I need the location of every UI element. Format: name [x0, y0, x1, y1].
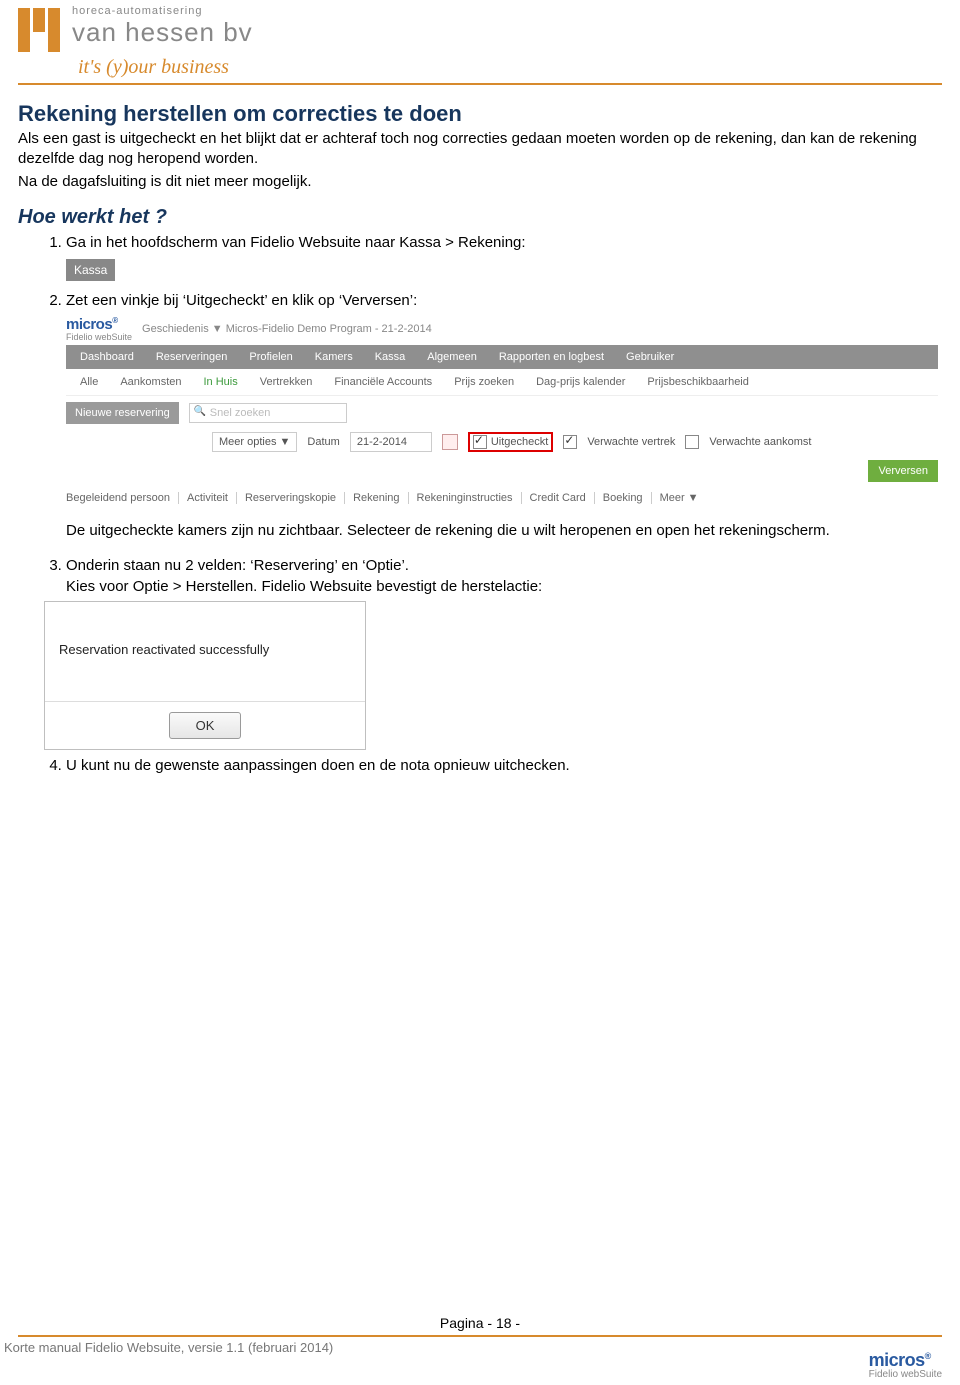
subnav-vertrekken[interactable]: Vertrekken [260, 376, 313, 388]
bottom-links: Begeleidend persoon Activiteit Reserveri… [66, 488, 938, 506]
step-3: Onderin staan nu 2 velden: ‘Reservering’… [66, 556, 942, 597]
calendar-icon[interactable] [442, 434, 458, 450]
nav-algemeen[interactable]: Algemeen [427, 351, 477, 363]
highlighted-checkbox: Uitgecheckt [468, 432, 553, 452]
nav-rapporten[interactable]: Rapporten en logbest [499, 351, 604, 363]
step-4: U kunt nu de gewenste aanpassingen doen … [66, 756, 942, 776]
subnav-fin-accounts[interactable]: Financiële Accounts [334, 376, 432, 388]
step-3-text-a: Onderin staan nu 2 velden: ‘Reservering’… [66, 557, 409, 574]
verwachte-vertrek-checkbox[interactable] [563, 435, 577, 449]
link-meer[interactable]: Meer ▼ [660, 492, 707, 504]
link-creditcard[interactable]: Credit Card [530, 492, 595, 504]
micros-logo: micros® Fidelio webSuite [66, 317, 132, 341]
kassa-tab-chip: Kassa [66, 259, 115, 281]
link-boeking[interactable]: Boeking [603, 492, 652, 504]
step-2-text: Zet een vinkje bij ‘Uitgecheckt’ en klik… [66, 292, 417, 309]
how-title: Hoe werkt het ? [18, 206, 942, 229]
nav-dashboard[interactable]: Dashboard [80, 351, 134, 363]
subnav-prijsbeschik[interactable]: Prijsbeschikbaarheid [647, 376, 749, 388]
logo-mark-icon [18, 6, 60, 52]
subnav-aankomsten[interactable]: Aankomsten [120, 376, 181, 388]
intro-paragraph: Als een gast is uitgecheckt en het blijk… [18, 129, 942, 170]
subnav-in-huis[interactable]: In Huis [204, 376, 238, 388]
subnav-alle[interactable]: Alle [80, 376, 98, 388]
more-options-dropdown[interactable]: Meer opties ▼ [212, 432, 297, 452]
step-4-text: U kunt nu de gewenste aanpassingen doen … [66, 757, 570, 774]
step-1: Ga in het hoofdscherm van Fidelio Websui… [66, 233, 942, 253]
nav-kamers[interactable]: Kamers [315, 351, 353, 363]
link-rekening[interactable]: Rekening [353, 492, 408, 504]
new-reservation-button[interactable]: Nieuwe reservering [66, 402, 179, 424]
subnav-prijs-zoeken[interactable]: Prijs zoeken [454, 376, 514, 388]
link-rekinstr[interactable]: Rekeninginstructies [417, 492, 522, 504]
dialog-message: Reservation reactivated successfully [45, 602, 365, 701]
link-reskopie[interactable]: Reserveringskopie [245, 492, 345, 504]
link-begeleidend[interactable]: Begeleidend persoon [66, 492, 179, 504]
footer-doc-title: Korte manual Fidelio Websuite, versie 1.… [4, 1340, 333, 1355]
websuite-screenshot: micros® Fidelio webSuite Geschiedenis ▼ … [66, 315, 938, 506]
nav-profielen[interactable]: Profielen [249, 351, 292, 363]
page-number: Pagina - 18 - [0, 1315, 960, 1331]
step-1-text: Ga in het hoofdscherm van Fidelio Websui… [66, 234, 526, 251]
nav-reserveringen[interactable]: Reserveringen [156, 351, 228, 363]
footer-logo: micros® Fidelio webSuite [869, 1352, 942, 1379]
refresh-button[interactable]: Verversen [868, 460, 938, 482]
link-activiteit[interactable]: Activiteit [187, 492, 237, 504]
date-label: Datum [307, 436, 339, 448]
uitgecheckt-label: Uitgecheckt [491, 436, 548, 448]
breadcrumb[interactable]: Geschiedenis ▼ Micros-Fidelio Demo Progr… [142, 323, 432, 335]
confirm-dialog: Reservation reactivated successfully OK [44, 601, 366, 750]
main-nav: Dashboard Reserveringen Profielen Kamers… [66, 345, 938, 369]
intro-paragraph-2: Na de dagafsluiting is dit niet meer mog… [18, 172, 942, 192]
ok-button[interactable]: OK [169, 712, 242, 739]
step-3-text-b: Kies voor Optie > Herstellen. Fidelio We… [66, 578, 542, 595]
logo-tagline: it's (y)our business [78, 56, 942, 79]
date-field[interactable]: 21-2-2014 [350, 432, 432, 452]
nav-kassa[interactable]: Kassa [375, 351, 406, 363]
footer-logo-sub: Fidelio webSuite [869, 1370, 942, 1380]
search-input[interactable]: Snel zoeken [189, 403, 347, 423]
footer-logo-text: micros [869, 1350, 925, 1370]
nav-gebruiker[interactable]: Gebruiker [626, 351, 674, 363]
uitgecheckt-checkbox[interactable] [473, 435, 487, 449]
footer-rule [18, 1335, 942, 1337]
verwachte-aankomst-checkbox[interactable] [685, 435, 699, 449]
micros-logo-sub: Fidelio webSuite [66, 333, 132, 342]
sub-nav: Alle Aankomsten In Huis Vertrekken Finan… [66, 369, 938, 396]
vendor-logo: horeca-automatisering van hessen bv it's… [18, 0, 942, 85]
micros-logo-text: micros [66, 316, 112, 333]
subnav-dag-prijs[interactable]: Dag-prijs kalender [536, 376, 625, 388]
step-2: Zet een vinkje bij ‘Uitgecheckt’ en klik… [66, 291, 942, 311]
step-2-subtext: De uitgecheckte kamers zijn nu zichtbaar… [66, 521, 942, 541]
logo-name: van hessen bv [72, 19, 253, 45]
verwachte-vertrek-label: Verwachte vertrek [587, 436, 675, 448]
section-title: Rekening herstellen om correcties te doe… [18, 101, 942, 127]
verwachte-aankomst-label: Verwachte aankomst [709, 436, 811, 448]
logo-subtitle: horeca-automatisering [72, 6, 253, 17]
